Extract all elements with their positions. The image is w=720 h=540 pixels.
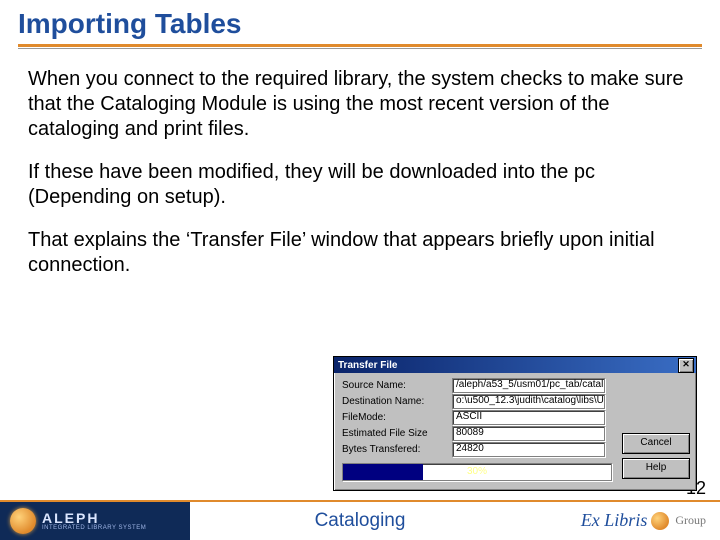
label-filemode: FileMode: <box>342 412 452 423</box>
field-bytes: 24820 <box>452 442 605 457</box>
label-source: Source Name: <box>342 380 452 391</box>
aleph-text: ALEPH INTEGRATED LIBRARY SYSTEM <box>42 511 146 531</box>
aleph-subtitle: INTEGRATED LIBRARY SYSTEM <box>42 525 146 531</box>
dialog-body: Source Name: /aleph/a53_5/usm01/pc_tab/c… <box>334 373 696 483</box>
progress-bar: 30% <box>342 463 612 481</box>
dialog-buttons: Cancel Help <box>622 433 690 479</box>
row-destination: Destination Name: o:\u500_12.3\judith\ca… <box>342 393 690 409</box>
paragraph-1: When you connect to the required library… <box>28 67 692 142</box>
cancel-button[interactable]: Cancel <box>622 433 690 454</box>
exlibris-icon <box>651 512 669 530</box>
row-filemode: FileMode: ASCII <box>342 409 690 425</box>
aleph-icon <box>10 508 36 534</box>
transfer-file-dialog: Transfer File ✕ Source Name: /aleph/a53_… <box>333 356 697 491</box>
row-source: Source Name: /aleph/a53_5/usm01/pc_tab/c… <box>342 377 690 393</box>
paragraph-2: If these have been modified, they will b… <box>28 160 692 210</box>
aleph-logo: ALEPH INTEGRATED LIBRARY SYSTEM <box>10 508 146 534</box>
field-filemode: ASCII <box>452 410 605 425</box>
help-button[interactable]: Help <box>622 458 690 479</box>
title-rule <box>18 44 702 47</box>
close-icon[interactable]: ✕ <box>678 358 694 373</box>
label-destination: Destination Name: <box>342 396 452 407</box>
title-rule-thin <box>18 48 702 49</box>
dialog-title-text: Transfer File <box>338 360 397 371</box>
slide: Importing Tables When you connect to the… <box>0 0 720 540</box>
exlibris-suffix: Group <box>675 513 706 528</box>
slide-footer: ALEPH INTEGRATED LIBRARY SYSTEM Catalogi… <box>0 500 720 540</box>
field-destination: o:\u500_12.3\judith\catalog\libs\U <box>452 394 605 409</box>
dialog-titlebar[interactable]: Transfer File ✕ <box>334 357 696 373</box>
field-filesize: 80089 <box>452 426 605 441</box>
field-source: /aleph/a53_5/usm01/pc_tab/catal <box>452 378 605 393</box>
exlibris-text: Ex Libris <box>581 510 648 531</box>
progress-label: 30% <box>343 464 611 480</box>
paragraph-3: That explains the ‘Transfer File’ window… <box>28 228 692 278</box>
aleph-brand: ALEPH <box>42 511 146 525</box>
label-bytes: Bytes Transfered: <box>342 444 452 455</box>
slide-title: Importing Tables <box>0 0 720 44</box>
exlibris-logo: Ex Libris Group <box>581 510 706 531</box>
label-filesize: Estimated File Size <box>342 428 452 439</box>
